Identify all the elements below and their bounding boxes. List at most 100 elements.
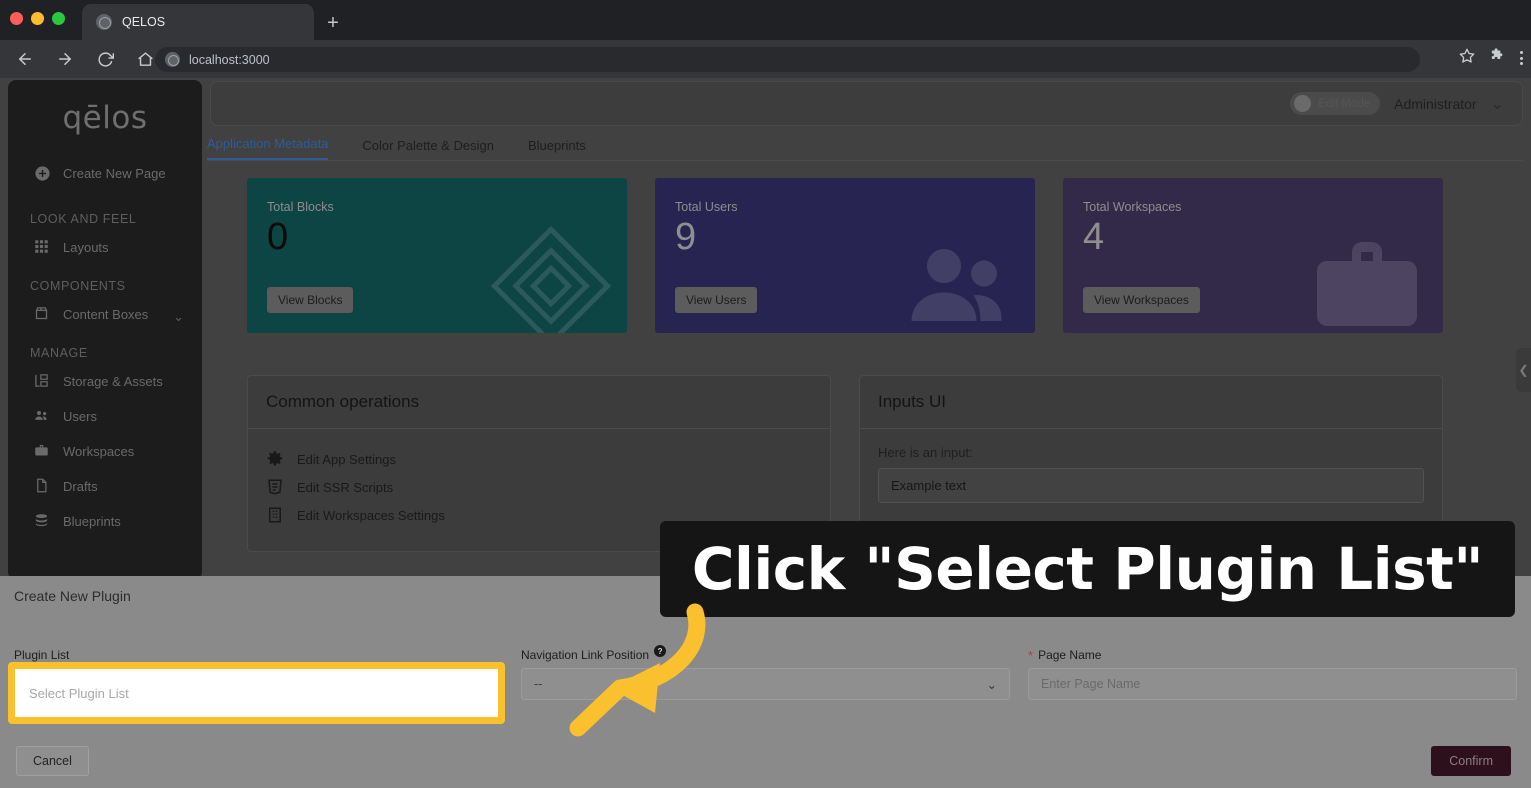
sidebar-item-content-boxes[interactable]: Content Boxes ⌄ [8, 297, 202, 332]
field-label: Plugin List [14, 648, 503, 662]
sidebar-item-users[interactable]: Users [8, 399, 202, 434]
panel-title: Inputs UI [860, 376, 1442, 429]
operation-label: Edit Workspaces Settings [297, 507, 445, 523]
sidebar-item-create-new-page[interactable]: Create New Page [8, 156, 202, 198]
sidebar-group-components: COMPONENTS [30, 279, 126, 293]
box-icon [34, 306, 51, 323]
sidebar: qēlos Create New Page LOOK AND FEEL Layo… [8, 80, 202, 580]
chevron-down-icon: ⌄ [986, 677, 997, 692]
back-arrow-icon[interactable] [10, 44, 40, 74]
modal-footer: Cancel Confirm [0, 746, 1531, 776]
gear-icon [266, 450, 284, 468]
globe-icon [96, 14, 112, 30]
forward-arrow-icon[interactable] [50, 44, 80, 74]
stat-card-title: Total Workspaces [1083, 200, 1182, 214]
sidebar-group-look-and-feel: LOOK AND FEEL [30, 212, 137, 226]
app-topbar: Edit Mode Administrator ⌄ [210, 81, 1523, 126]
maximize-window-button[interactable] [52, 12, 65, 25]
field-label-text: Page Name [1038, 648, 1102, 662]
user-menu-label[interactable]: Administrator [1394, 96, 1476, 112]
field-label: * Page Name [1028, 648, 1517, 662]
close-window-button[interactable] [10, 12, 23, 25]
page-name-input[interactable]: Enter Page Name [1028, 668, 1517, 700]
navigation-link-position-select[interactable]: -- ⌄ [521, 668, 1010, 700]
field-page-name: * Page Name Enter Page Name [1028, 648, 1517, 700]
browser-tab-strip: QELOS + [0, 0, 1531, 40]
tab-application-metadata[interactable]: Application Metadata [207, 136, 329, 160]
sidebar-item-drafts[interactable]: Drafts [8, 469, 202, 504]
plugin-list-placeholder: Select Plugin List [29, 685, 129, 701]
chevron-down-icon[interactable]: ⌄ [173, 309, 184, 325]
window-controls[interactable] [10, 12, 65, 25]
reload-icon[interactable] [90, 44, 120, 74]
stat-cards: Total Blocks 0 View Blocks Total Users 9… [207, 178, 1523, 333]
cancel-button[interactable]: Cancel [16, 746, 89, 776]
example-input-label: Here is an input: [878, 445, 973, 460]
sidebar-item-label: Blueprints [63, 514, 121, 529]
screen-root: QELOS + localhost:3000 qēlos Create New … [0, 0, 1531, 788]
sidebar-item-storage-assets[interactable]: Storage & Assets [8, 364, 202, 399]
modal-title: Create New Plugin [14, 588, 131, 604]
new-tab-button[interactable]: + [320, 10, 346, 36]
site-globe-icon [165, 52, 180, 67]
view-users-button[interactable]: View Users [675, 287, 758, 313]
sidebar-item-layouts[interactable]: Layouts [8, 230, 202, 265]
page-tabs: Application Metadata Color Palette & Des… [207, 133, 1523, 161]
edit-mode-label: Edit Mode [1318, 97, 1371, 110]
kebab-menu-icon[interactable] [1520, 51, 1523, 65]
chevron-down-icon[interactable]: ⌄ [1491, 94, 1504, 114]
stat-card-title: Total Blocks [267, 200, 334, 214]
stat-card-title: Total Users [675, 200, 738, 214]
tab-blueprints[interactable]: Blueprints [528, 138, 586, 160]
address-bar[interactable]: localhost:3000 [155, 47, 1420, 72]
instruction-tooltip: Click "Select Plugin List" [660, 521, 1515, 617]
required-indicator: * [1028, 647, 1034, 663]
sidebar-item-blueprints[interactable]: Blueprints [8, 504, 202, 539]
browser-toolbar: localhost:3000 [0, 40, 1531, 78]
operation-label: Edit SSR Scripts [297, 479, 394, 495]
edit-mode-toggle[interactable]: Edit Mode [1290, 92, 1381, 115]
toggle-knob [1294, 95, 1312, 112]
minimize-window-button[interactable] [31, 12, 44, 25]
field-label: Navigation Link Position ? [521, 645, 1010, 662]
operation-label: Edit App Settings [297, 451, 397, 467]
view-workspaces-button[interactable]: View Workspaces [1083, 287, 1200, 313]
sidebar-item-label: Content Boxes [63, 307, 149, 322]
sidebar-item-label: Users [63, 409, 97, 424]
star-icon[interactable] [1459, 48, 1475, 69]
field-label-text: Plugin List [14, 648, 70, 662]
sidebar-item-label: Storage & Assets [63, 374, 163, 389]
help-icon[interactable]: ? [654, 645, 667, 657]
example-input[interactable]: Example text [878, 468, 1424, 503]
view-blocks-button[interactable]: View Blocks [267, 287, 354, 313]
plus-circle-icon [34, 165, 51, 182]
database-icon [34, 513, 51, 530]
sidebar-item-label: Create New Page [63, 166, 166, 181]
operation-edit-ssr-scripts[interactable]: Edit SSR Scripts [266, 473, 812, 501]
users-icon [899, 226, 1019, 333]
grid-icon [34, 239, 51, 256]
stat-card-total-users: Total Users 9 View Users [655, 178, 1035, 333]
panel-body: Here is an input: Example text [860, 429, 1442, 525]
field-navigation-link-position: Navigation Link Position ? -- ⌄ [521, 645, 1010, 700]
building-icon [266, 506, 284, 524]
operation-edit-app-settings[interactable]: Edit App Settings [266, 445, 812, 473]
sidebar-item-workspaces[interactable]: Workspaces [8, 434, 202, 469]
sidebar-item-label: Drafts [63, 479, 98, 494]
browser-tab[interactable]: QELOS [82, 4, 314, 40]
blocks-icon [490, 225, 612, 333]
briefcase-icon [34, 443, 51, 460]
puzzle-icon[interactable] [1489, 47, 1506, 69]
app-logo: qēlos [62, 100, 148, 136]
chevron-left-icon[interactable]: ❮ [1516, 348, 1531, 392]
highlighted-plugin-list-input[interactable]: Select Plugin List [8, 662, 505, 724]
confirm-button[interactable]: Confirm [1431, 746, 1511, 776]
storage-icon [34, 373, 51, 390]
html5-icon [266, 478, 284, 496]
document-icon [34, 478, 51, 495]
instruction-text: Click "Select Plugin List" [691, 535, 1484, 603]
stat-card-total-blocks: Total Blocks 0 View Blocks [247, 178, 627, 333]
tab-color-palette-design[interactable]: Color Palette & Design [362, 138, 494, 160]
main-content: Total Blocks 0 View Blocks Total Users 9… [207, 178, 1523, 552]
stat-card-total-workspaces: Total Workspaces 4 View Workspaces [1063, 178, 1443, 333]
